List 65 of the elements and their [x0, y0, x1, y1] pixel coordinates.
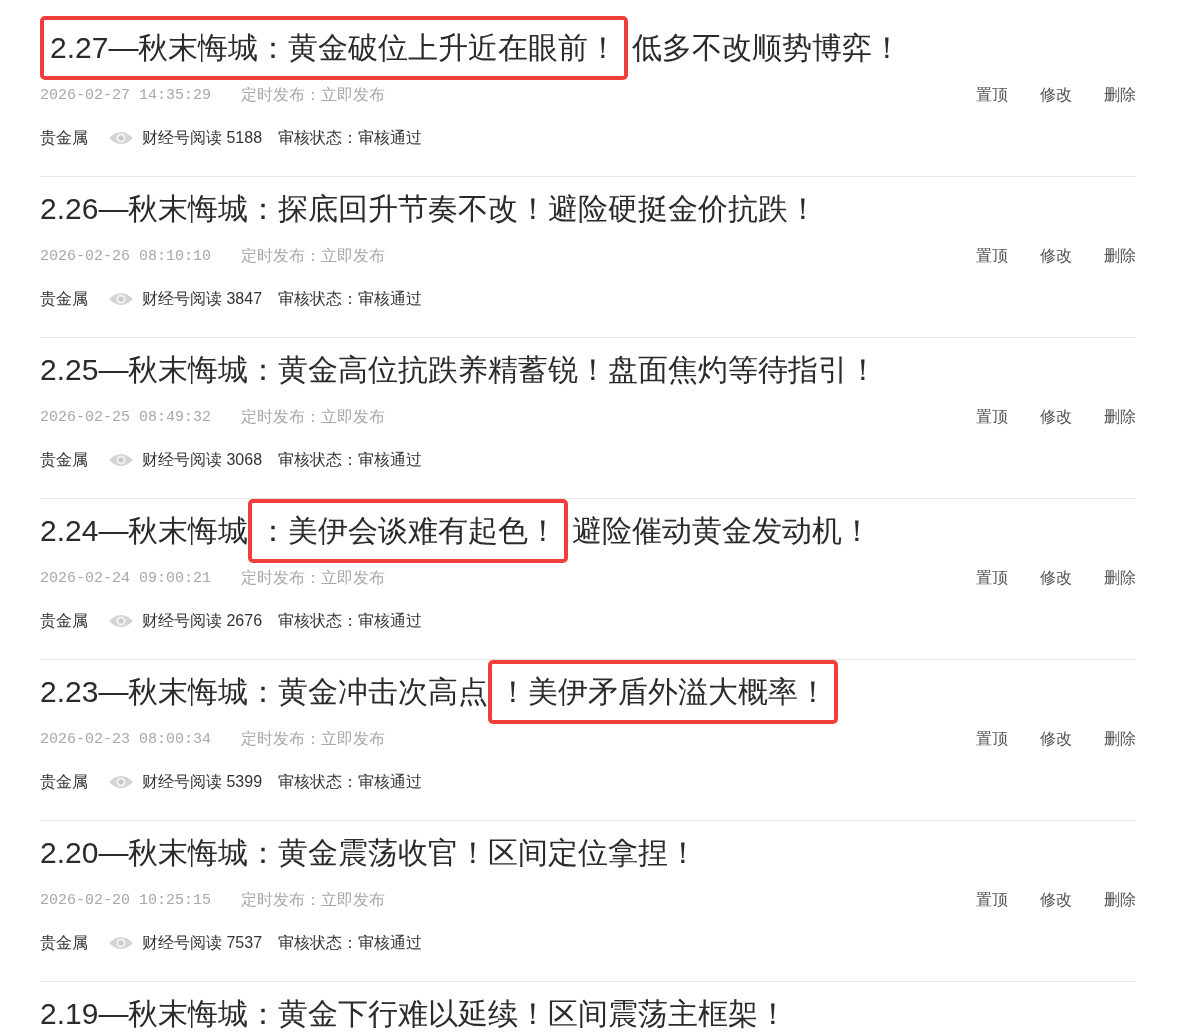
review-status: 审核状态：审核通过 — [278, 771, 423, 792]
eye-icon — [108, 291, 134, 307]
publish-time: 2026-02-24 09:00:21 — [40, 569, 212, 587]
review-status: 审核状态：审核通过 — [278, 288, 423, 309]
schedule-status: 定时发布：立即发布 — [241, 84, 386, 105]
highlighted-title-text: 2.27—秋末悔城：黄金破位上升近在眼前！ — [40, 16, 629, 80]
publish-time: 2026-02-20 10:25:15 — [40, 891, 212, 909]
action-link[interactable]: 置顶 — [976, 84, 1008, 106]
title-text: 2.23—秋末悔城：黄金冲击次高点 — [40, 675, 489, 708]
action-link[interactable]: 修改 — [1040, 84, 1072, 106]
publish-time: 2026-02-27 14:35:29 — [40, 86, 212, 104]
read-count: 财经号阅读 2676 — [142, 610, 263, 631]
eye-icon — [108, 452, 134, 468]
action-link[interactable]: 修改 — [1040, 245, 1072, 267]
publish-time: 2026-02-25 08:49:32 — [40, 408, 212, 426]
category-label: 贵金属 — [40, 449, 88, 470]
action-link[interactable]: 删除 — [1104, 889, 1136, 911]
schedule-status: 定时发布：立即发布 — [241, 245, 386, 266]
action-link[interactable]: 置顶 — [976, 889, 1008, 911]
action-link[interactable]: 修改 — [1040, 406, 1072, 428]
review-status: 审核状态：审核通过 — [278, 610, 423, 631]
schedule-status: 定时发布：立即发布 — [241, 889, 386, 910]
action-link[interactable]: 删除 — [1104, 406, 1136, 428]
title-text: 2.19—秋末悔城：黄金下行难以延续！区间震荡主框架！ — [40, 997, 789, 1030]
category-label: 贵金属 — [40, 288, 88, 309]
review-status: 审核状态：审核通过 — [278, 449, 423, 470]
eye-icon — [108, 130, 134, 146]
action-link[interactable]: 置顶 — [976, 567, 1008, 589]
action-link[interactable]: 修改 — [1040, 889, 1072, 911]
read-count: 财经号阅读 7537 — [142, 932, 263, 953]
title-text: 2.20—秋末悔城：黄金震荡收官！区间定位拿捏！ — [40, 836, 699, 869]
eye-icon — [108, 935, 134, 951]
review-status: 审核状态：审核通过 — [278, 127, 423, 148]
title-text: 2.24—秋末悔城 — [40, 514, 249, 547]
category-label: 贵金属 — [40, 771, 88, 792]
action-link[interactable]: 删除 — [1104, 245, 1136, 267]
schedule-status: 定时发布：立即发布 — [241, 406, 386, 427]
publish-time: 2026-02-26 08:10:10 — [40, 247, 212, 265]
title-text: 2.26—秋末悔城：探底回升节奏不改！避险硬挺金价抗跌！ — [40, 192, 819, 225]
read-count: 财经号阅读 3847 — [142, 288, 263, 309]
read-count: 财经号阅读 5399 — [142, 771, 263, 792]
highlighted-title-text: ：美伊会谈难有起色！ — [248, 499, 569, 563]
category-label: 贵金属 — [40, 610, 88, 631]
category-label: 贵金属 — [40, 932, 88, 953]
title-text: 避险催动黄金发动机！ — [572, 514, 873, 547]
title-text: 2.25—秋末悔城：黄金高位抗跌养精蓄锐！盘面焦灼等待指引！ — [40, 353, 879, 386]
category-label: 贵金属 — [40, 127, 88, 148]
review-status: 审核状态：审核通过 — [278, 932, 423, 953]
read-count: 财经号阅读 3068 — [142, 449, 263, 470]
eye-icon — [108, 774, 134, 790]
action-link[interactable]: 置顶 — [976, 728, 1008, 750]
title-text: 低多不改顺势博弈！ — [632, 31, 903, 64]
action-link[interactable]: 置顶 — [976, 245, 1008, 267]
action-link[interactable]: 修改 — [1040, 567, 1072, 589]
action-link[interactable]: 删除 — [1104, 567, 1136, 589]
action-link[interactable]: 修改 — [1040, 728, 1072, 750]
highlighted-title-text: ！美伊矛盾外溢大概率！ — [488, 660, 839, 724]
publish-time: 2026-02-23 08:00:34 — [40, 730, 212, 748]
read-count: 财经号阅读 5188 — [142, 127, 263, 148]
schedule-status: 定时发布：立即发布 — [241, 728, 386, 749]
action-link[interactable]: 置顶 — [976, 406, 1008, 428]
action-link[interactable]: 删除 — [1104, 84, 1136, 106]
eye-icon — [108, 613, 134, 629]
schedule-status: 定时发布：立即发布 — [241, 567, 386, 588]
action-link[interactable]: 删除 — [1104, 728, 1136, 750]
